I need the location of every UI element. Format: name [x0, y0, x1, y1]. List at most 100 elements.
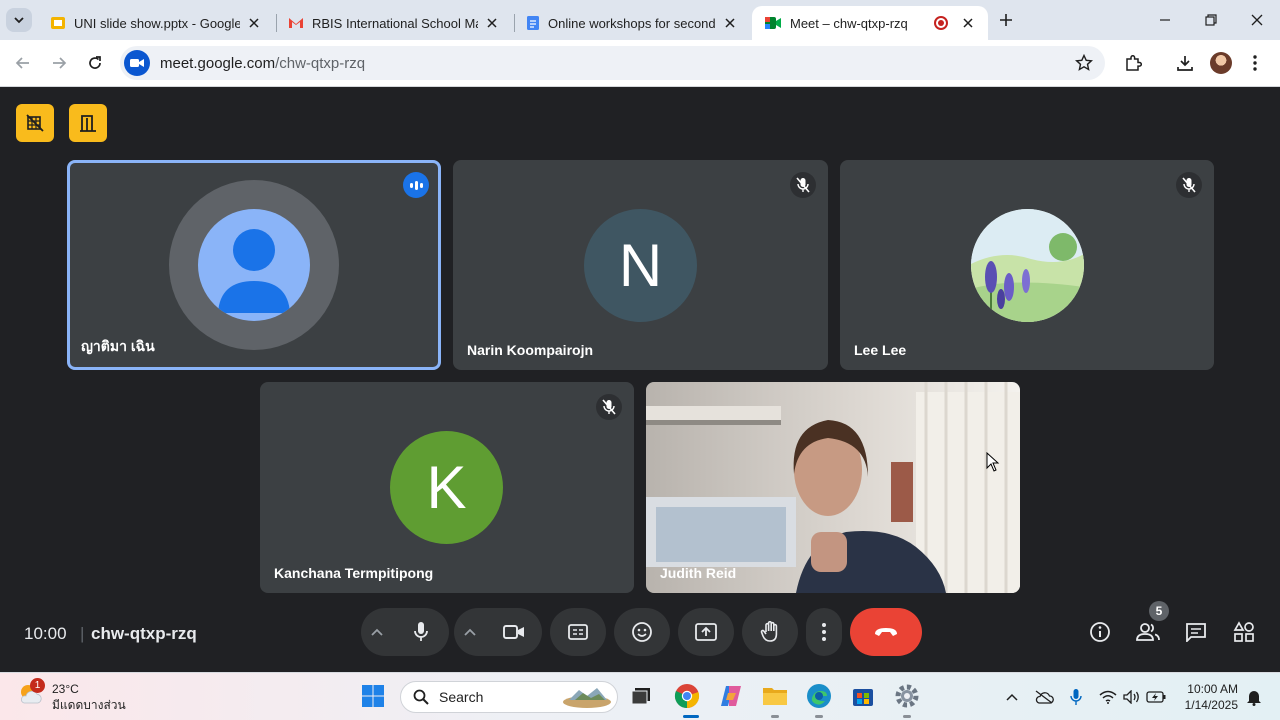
bookmark-button[interactable] — [1074, 53, 1094, 77]
system-clock[interactable]: 10:00 AM 1/14/2025 — [1170, 681, 1238, 713]
weather-icon: 1 — [18, 678, 45, 707]
new-tab-button[interactable] — [994, 8, 1018, 32]
tab-strip: UNI slide show.pptx - Google Sl RBIS Int… — [0, 0, 1280, 40]
taskbar-search[interactable]: Search — [400, 681, 618, 713]
google-docs-icon — [527, 16, 539, 30]
closed-captions-icon — [568, 624, 588, 640]
chat-icon — [1186, 623, 1206, 642]
start-button[interactable] — [358, 681, 388, 711]
store-icon — [853, 689, 873, 706]
participant-tile[interactable]: K Kanchana Termpitipong — [260, 382, 634, 593]
more-vertical-icon — [1253, 55, 1257, 71]
participant-name: Kanchana Termpitipong — [274, 565, 434, 581]
recording-indicator-icon — [934, 16, 948, 30]
meeting-details-button[interactable] — [1088, 620, 1112, 644]
taskbar-store[interactable] — [848, 681, 878, 711]
task-view-button[interactable] — [626, 681, 656, 711]
downloads-button[interactable] — [1172, 50, 1198, 76]
arrow-right-icon — [53, 57, 67, 69]
tab-docs[interactable]: Online workshops for secondary — [514, 6, 750, 40]
tab-gmail[interactable]: RBIS International School Mail — [276, 6, 512, 40]
weather-text: 23°C มีแดดบางส่วน — [52, 681, 126, 713]
minimize-button[interactable] — [1142, 0, 1188, 40]
search-highlight-image — [563, 688, 611, 708]
captions-button[interactable] — [550, 608, 606, 656]
notifications-button[interactable] — [1244, 687, 1264, 707]
video-camera-icon — [130, 59, 144, 67]
participant-tile[interactable]: Lee Lee — [840, 160, 1214, 370]
close-tab-button[interactable] — [960, 15, 976, 31]
people-icon — [1136, 623, 1160, 641]
taskbar-file-explorer[interactable] — [760, 681, 790, 711]
profile-avatar[interactable] — [1210, 52, 1232, 74]
close-tab-button[interactable] — [722, 15, 738, 31]
video-settings-button[interactable] — [454, 608, 486, 656]
taskbar-edge[interactable] — [804, 681, 834, 711]
participant-tile[interactable]: N Narin Koompairojn — [453, 160, 828, 370]
raise-hand-button[interactable] — [742, 608, 798, 656]
show-hidden-icons-button[interactable] — [1002, 687, 1022, 707]
app-indicator — [771, 715, 779, 718]
edge-icon — [807, 684, 831, 708]
taskbar-settings[interactable] — [892, 681, 922, 711]
forward-button[interactable] — [46, 50, 72, 76]
tab-slides[interactable]: UNI slide show.pptx - Google Sl — [38, 6, 274, 40]
microphone-in-use-button[interactable] — [1066, 687, 1086, 707]
avatar: N — [584, 209, 697, 322]
clock-time: 10:00 AM — [1187, 682, 1238, 696]
present-screen-button[interactable] — [678, 608, 734, 656]
volume-button[interactable] — [1122, 687, 1142, 707]
reload-button[interactable] — [82, 50, 108, 76]
mic-off-icon — [796, 177, 810, 193]
more-options-button[interactable] — [806, 608, 842, 656]
camera-video-scene — [646, 382, 1020, 593]
url-host: meet.google.com — [160, 54, 276, 72]
extensions-button[interactable] — [1120, 50, 1146, 76]
back-button[interactable] — [10, 50, 36, 76]
close-icon — [963, 18, 973, 28]
onedrive-button[interactable] — [1034, 687, 1054, 707]
restore-button[interactable] — [1188, 0, 1234, 40]
chat-button[interactable] — [1184, 620, 1208, 644]
activities-button[interactable] — [1232, 620, 1256, 644]
site-info-button[interactable] — [124, 50, 150, 76]
cloud-off-icon — [1035, 690, 1054, 704]
avatar-initial: N — [618, 232, 663, 299]
leave-call-button[interactable] — [850, 608, 922, 656]
close-tab-button[interactable] — [484, 15, 500, 31]
speaking-indicator — [403, 172, 429, 198]
chrome-icon — [674, 684, 700, 709]
close-window-button[interactable] — [1234, 0, 1280, 40]
reload-icon — [89, 56, 101, 69]
participant-video-tile[interactable]: Judith Reid — [646, 382, 1020, 593]
tab-title: RBIS International School Mail — [312, 15, 478, 31]
windows-taskbar: 1 23°C มีแดดบางส่วน Search 10:00 AM 1/14… — [0, 672, 1280, 720]
weather-widget[interactable]: 1 23°C มีแดดบางส่วน — [18, 678, 126, 713]
taskbar-chrome[interactable] — [672, 681, 702, 711]
microphone-button[interactable] — [393, 608, 449, 656]
battery-button[interactable] — [1146, 687, 1166, 707]
taskbar-copilot[interactable] — [716, 681, 746, 711]
video-camera-icon — [503, 625, 524, 639]
browser-menu-button[interactable] — [1242, 50, 1268, 76]
avatar — [971, 209, 1084, 322]
audio-settings-button[interactable] — [361, 608, 393, 656]
wifi-button[interactable] — [1098, 687, 1118, 707]
leave-room-button[interactable] — [69, 104, 107, 142]
participant-tile[interactable]: ญาติมา เฉิน — [67, 160, 441, 370]
people-button[interactable] — [1136, 620, 1160, 644]
reactions-button[interactable] — [614, 608, 670, 656]
tab-search-button[interactable] — [6, 8, 32, 32]
lupine-landscape-photo — [971, 209, 1084, 322]
weather-alert-badge: 1 — [30, 678, 45, 693]
gear-icon — [895, 684, 919, 708]
companion-mode-button[interactable] — [16, 104, 54, 142]
more-vertical-icon — [822, 623, 826, 641]
camera-button[interactable] — [486, 608, 542, 656]
app-indicator — [903, 715, 911, 718]
close-tab-button[interactable] — [246, 15, 262, 31]
tab-meet[interactable]: Meet – chw-qtxp-rzq — [752, 6, 988, 40]
meet-controls: 10:00 | chw-qtxp-rzq — [0, 608, 1280, 658]
url-input[interactable]: meet.google.com/chw-qtxp-rzq — [120, 46, 1105, 80]
mouse-cursor-icon — [986, 452, 1000, 472]
